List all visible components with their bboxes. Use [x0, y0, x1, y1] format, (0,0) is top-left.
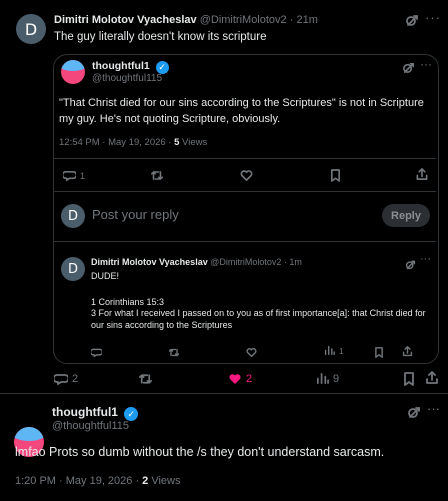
avatar-letter: D — [24, 19, 38, 39]
post-timestamp: 1:20 PM · May 19, 2026 · 2 Views — [15, 475, 181, 487]
divider — [54, 191, 436, 192]
views-button[interactable]: 1 — [324, 345, 344, 356]
like-button[interactable] — [240, 169, 253, 187]
views-button[interactable]: 9 — [316, 372, 339, 385]
author-handle[interactable]: @DimitriMolotov2 — [200, 14, 287, 26]
reply-input[interactable]: Post your reply — [92, 207, 179, 222]
grok-icon[interactable] — [405, 257, 416, 270]
verified-badge-icon: ✓ — [124, 407, 139, 421]
author-handle[interactable]: @thoughtful115 — [92, 73, 162, 84]
post-header: thoughtful1 ✓ — [52, 405, 139, 421]
nested-header: Dimitri Molotov Vyacheslav @DimitriMolot… — [91, 257, 302, 267]
bookmark-icon — [375, 347, 383, 358]
share-button[interactable] — [402, 344, 413, 362]
share-icon — [402, 346, 413, 357]
post-timestamp: 12:54 PM · May 19, 2026 · 5 Views — [59, 137, 208, 148]
heart-icon — [246, 348, 257, 358]
share-button[interactable] — [416, 168, 428, 186]
share-icon — [426, 371, 438, 384]
more-icon[interactable]: ··· — [427, 401, 440, 416]
repost-button[interactable] — [150, 169, 164, 187]
post-time[interactable]: · 21m — [290, 14, 318, 26]
repost-button[interactable] — [168, 345, 180, 363]
analytics-icon — [317, 373, 329, 384]
author-handle[interactable]: @DimitriMolotov2 · 1m — [210, 257, 302, 267]
more-icon[interactable]: ··· — [425, 10, 441, 25]
reply-button[interactable]: 2 — [54, 372, 78, 386]
author-name[interactable]: Dimitri Molotov Vyacheslav — [91, 257, 208, 267]
avatar[interactable]: D — [61, 257, 85, 281]
avatar[interactable] — [61, 60, 85, 84]
avatar: D — [61, 204, 85, 228]
analytics-icon — [324, 345, 335, 356]
reply-submit-button[interactable]: Reply — [382, 204, 430, 227]
reply-icon — [63, 170, 76, 181]
like-button[interactable]: 2 — [228, 372, 252, 386]
bookmark-button[interactable] — [374, 345, 384, 363]
grok-icon[interactable] — [407, 405, 421, 419]
nested-text: DUDE! 1 Corinthians 15:3 3 For what I re… — [91, 271, 426, 330]
divider — [54, 158, 436, 159]
like-button[interactable] — [246, 345, 257, 363]
reply-button[interactable]: 1 — [63, 169, 85, 182]
reply-button[interactable] — [89, 345, 104, 363]
heart-icon — [240, 170, 253, 181]
author-name[interactable]: Dimitri Molotov Vyacheslav — [54, 14, 197, 26]
more-icon[interactable]: ··· — [420, 253, 431, 265]
bookmark-icon — [404, 372, 414, 386]
repost-icon — [150, 171, 164, 180]
heart-filled-icon — [229, 374, 241, 384]
repost-button[interactable] — [138, 372, 153, 391]
grok-icon[interactable] — [405, 13, 419, 27]
bookmark-button[interactable] — [403, 372, 415, 391]
quoted-header: thoughtful1 ✓ — [92, 60, 169, 74]
bookmark-icon — [331, 169, 340, 182]
author-name[interactable]: thoughtful1 — [92, 60, 150, 72]
reply-icon — [89, 348, 104, 358]
repost-icon — [168, 348, 180, 357]
post-text: The guy literally doesn't know its scrip… — [54, 31, 267, 43]
quoted-text: "That Christ died for our sins according… — [59, 97, 424, 125]
divider — [54, 241, 436, 242]
more-icon[interactable]: ··· — [420, 57, 432, 71]
share-icon — [416, 168, 428, 180]
post-text: lmfao Prots so dumb without the /s they … — [15, 445, 385, 459]
grok-icon[interactable] — [402, 61, 415, 74]
avatar[interactable]: D — [16, 14, 46, 44]
bookmark-button[interactable] — [330, 169, 341, 187]
divider — [0, 393, 448, 394]
share-button[interactable] — [426, 371, 438, 390]
author-handle[interactable]: @thoughtful115 — [52, 420, 129, 432]
reply-icon — [54, 374, 68, 385]
repost-icon — [139, 374, 152, 384]
post-header: Dimitri Molotov Vyacheslav @DimitriMolot… — [54, 14, 318, 26]
author-name[interactable]: thoughtful1 — [52, 405, 118, 419]
